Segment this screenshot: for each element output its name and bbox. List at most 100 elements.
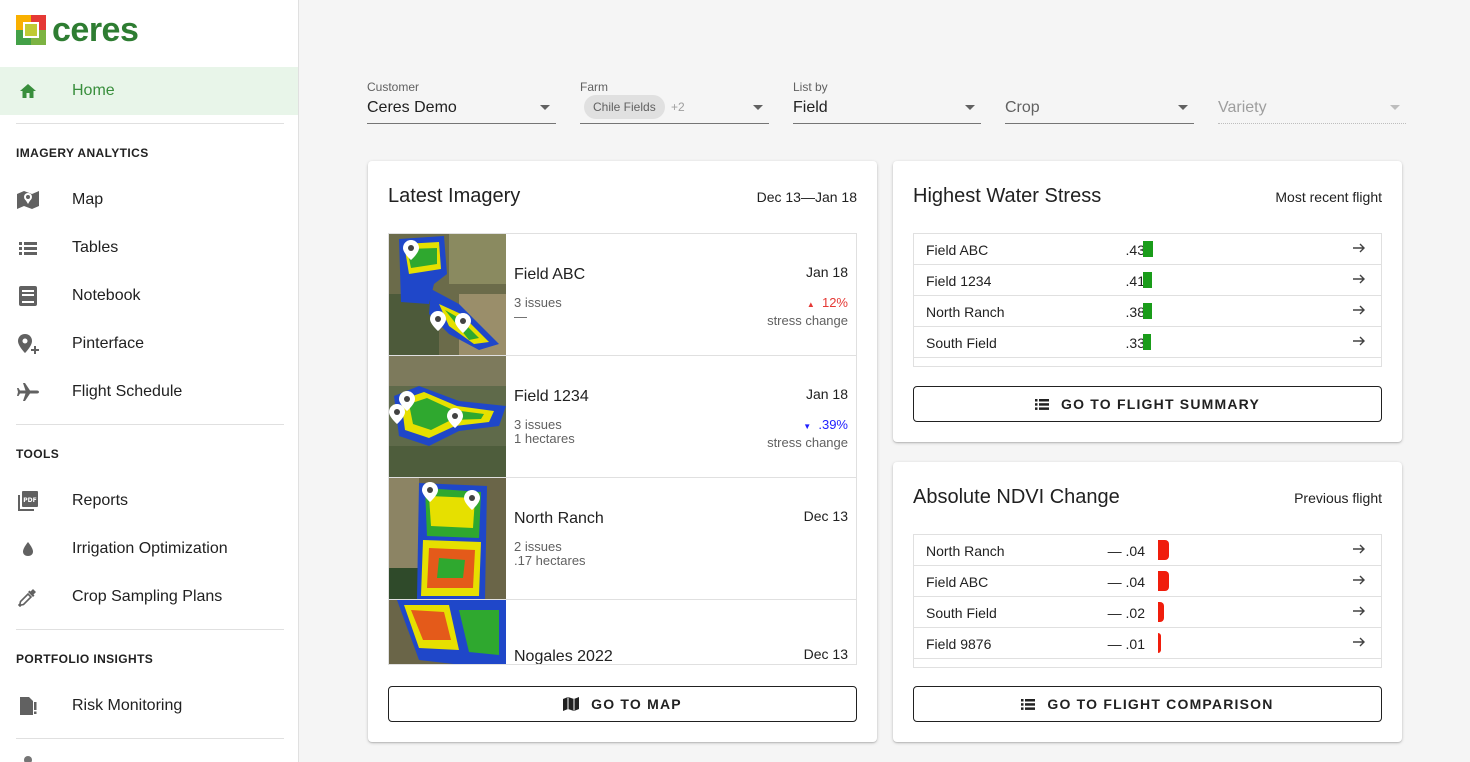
stress-bar — [1143, 334, 1151, 350]
airplane-icon — [16, 380, 40, 404]
card-subtitle: Previous flight — [1294, 490, 1382, 506]
divider — [16, 629, 284, 630]
table-row[interactable]: Field ABC — .04 — [914, 566, 1381, 597]
field-name: North Ranch — [514, 510, 604, 527]
field-name: Field 1234 — [926, 273, 992, 289]
map-pin-icon — [422, 482, 438, 502]
field-meta: 2 issues .17 hectares — [514, 540, 586, 568]
sidebar-item-label: Crop Sampling Plans — [72, 588, 223, 605]
sidebar-item-label: Map — [72, 191, 104, 208]
svg-text:PDF: PDF — [23, 497, 36, 504]
imagery-row-north-ranch[interactable]: North Ranch Dec 13 2 issues .17 hectares — [389, 478, 856, 600]
arrow-right-icon[interactable] — [1351, 541, 1367, 557]
list-icon — [1021, 698, 1036, 710]
field-name: Field ABC — [926, 242, 989, 258]
stress-change-label: stress change — [767, 313, 848, 328]
field-name: Field 9876 — [926, 636, 992, 652]
divider — [16, 738, 284, 739]
stress-change-label: stress change — [767, 435, 848, 450]
list-by-select[interactable]: List by Field — [793, 78, 981, 124]
arrow-right-icon[interactable] — [1351, 603, 1367, 619]
table-row[interactable]: North Ranch — .04 — [914, 535, 1381, 566]
sidebar-item-home[interactable]: Home — [0, 67, 298, 115]
arrow-right-icon[interactable] — [1351, 302, 1367, 318]
list-icon — [1035, 398, 1049, 410]
list-by-label: List by — [793, 80, 828, 94]
sidebar-item-reports[interactable]: PDF Reports — [0, 477, 298, 525]
customer-select[interactable]: Customer Ceres Demo — [367, 78, 556, 124]
imagery-row-field-1234[interactable]: Field 1234 Jan 18 3 issues 1 hectares ▼ … — [389, 356, 856, 478]
stress-change-value: ▼ .39% — [767, 418, 848, 434]
field-thumbnail — [389, 600, 506, 664]
variety-select[interactable]: Variety — [1218, 78, 1406, 124]
arrow-up-icon: ▲ — [806, 300, 815, 309]
table-row[interactable]: Field 1234 .41 — [914, 265, 1381, 296]
sidebar-item-notebook[interactable]: Notebook — [0, 272, 298, 320]
imagery-row-nogales-2022[interactable]: Nogales 2022 Dec 13 — [389, 600, 856, 664]
sidebar-item-risk-monitoring[interactable]: Risk Monitoring — [0, 682, 298, 730]
field-name: North Ranch — [926, 304, 1005, 320]
ndvi-bar — [1158, 571, 1169, 591]
farm-chip[interactable]: Chile Fields — [584, 95, 665, 119]
field-meta: 3 issues — — [514, 296, 562, 324]
arrow-down-icon: ▼ — [803, 422, 812, 431]
risk-report-icon — [16, 694, 40, 718]
flight-date: Jan 18 — [805, 386, 848, 402]
arrow-right-icon[interactable] — [1351, 572, 1367, 588]
flight-date: Dec 13 — [803, 646, 848, 662]
caret-down-icon — [1178, 105, 1188, 110]
section-tools: TOOLS — [16, 447, 60, 461]
pdf-icon: PDF — [16, 489, 40, 513]
map-pin-icon — [403, 240, 419, 260]
table-row[interactable]: North Ranch .38 — [914, 296, 1381, 327]
ceres-logo-icon — [16, 15, 46, 45]
sidebar-item-label: Flight Schedule — [72, 383, 183, 400]
go-to-flight-summary-button[interactable]: GO TO FLIGHT SUMMARY — [913, 386, 1382, 422]
arrow-right-icon[interactable] — [1351, 333, 1367, 349]
variety-placeholder: Variety — [1218, 99, 1267, 116]
card-title: Latest Imagery — [388, 185, 521, 207]
ceres-logo[interactable]: ceres — [16, 12, 139, 48]
crop-select[interactable]: Crop — [1005, 78, 1194, 124]
go-to-flight-comparison-button[interactable]: GO TO FLIGHT COMPARISON — [913, 686, 1382, 722]
card-title: Highest Water Stress — [913, 185, 1102, 207]
table-row[interactable]: South Field — .02 — [914, 597, 1381, 628]
section-portfolio-insights: PORTFOLIO INSIGHTS — [16, 652, 154, 666]
arrow-right-icon[interactable] — [1351, 240, 1367, 256]
field-name: Field ABC — [514, 266, 586, 283]
stress-change: ▲ 12% stress change — [767, 296, 848, 328]
field-name: North Ranch — [926, 543, 1005, 559]
sidebar-item-map[interactable]: Map — [0, 176, 298, 224]
table-row[interactable]: Field ABC .43 — [914, 234, 1381, 265]
sidebar-item-flight-schedule[interactable]: Flight Schedule — [0, 368, 298, 416]
go-to-map-button[interactable]: GO TO MAP — [388, 686, 857, 722]
sidebar-item-label: Reports — [72, 492, 129, 509]
hectares: 1 hectares — [514, 431, 575, 446]
table-row[interactable]: South Field .33 — [914, 327, 1381, 358]
sidebar-item-label: Pinterface — [72, 335, 145, 352]
stress-bar — [1143, 303, 1152, 319]
sidebar-item-pinterface[interactable]: Pinterface — [0, 320, 298, 368]
issues-count: 3 issues — [514, 295, 562, 310]
farm-select[interactable]: Farm Chile Fields +2 — [580, 78, 769, 124]
imagery-row-field-abc[interactable]: Field ABC Jan 18 3 issues — ▲ 12% stress… — [389, 234, 856, 356]
section-imagery-analytics: IMAGERY ANALYTICS — [16, 146, 149, 160]
sidebar-item-crop-sampling-plans[interactable]: Crop Sampling Plans — [0, 573, 298, 621]
sidebar-item-label: Irrigation Optimization — [72, 540, 228, 557]
ndvi-bar — [1158, 540, 1169, 560]
stress-change-pct: .39% — [818, 417, 848, 432]
map-pin-icon — [389, 404, 405, 424]
list-icon — [16, 236, 40, 260]
crop-placeholder: Crop — [1005, 99, 1040, 116]
caret-down-icon — [965, 105, 975, 110]
map-pin-icon — [447, 408, 463, 428]
table-row[interactable]: Field 9876 — .01 — [914, 628, 1381, 659]
field-name: Field 1234 — [514, 388, 589, 405]
map-pin-icon — [455, 313, 471, 333]
field-name: South Field — [926, 335, 997, 351]
sidebar-item-irrigation-optimization[interactable]: Irrigation Optimization — [0, 525, 298, 573]
arrow-right-icon[interactable] — [1351, 634, 1367, 650]
sidebar-item-tables[interactable]: Tables — [0, 224, 298, 272]
ndvi-bar — [1158, 602, 1164, 622]
arrow-right-icon[interactable] — [1351, 271, 1367, 287]
